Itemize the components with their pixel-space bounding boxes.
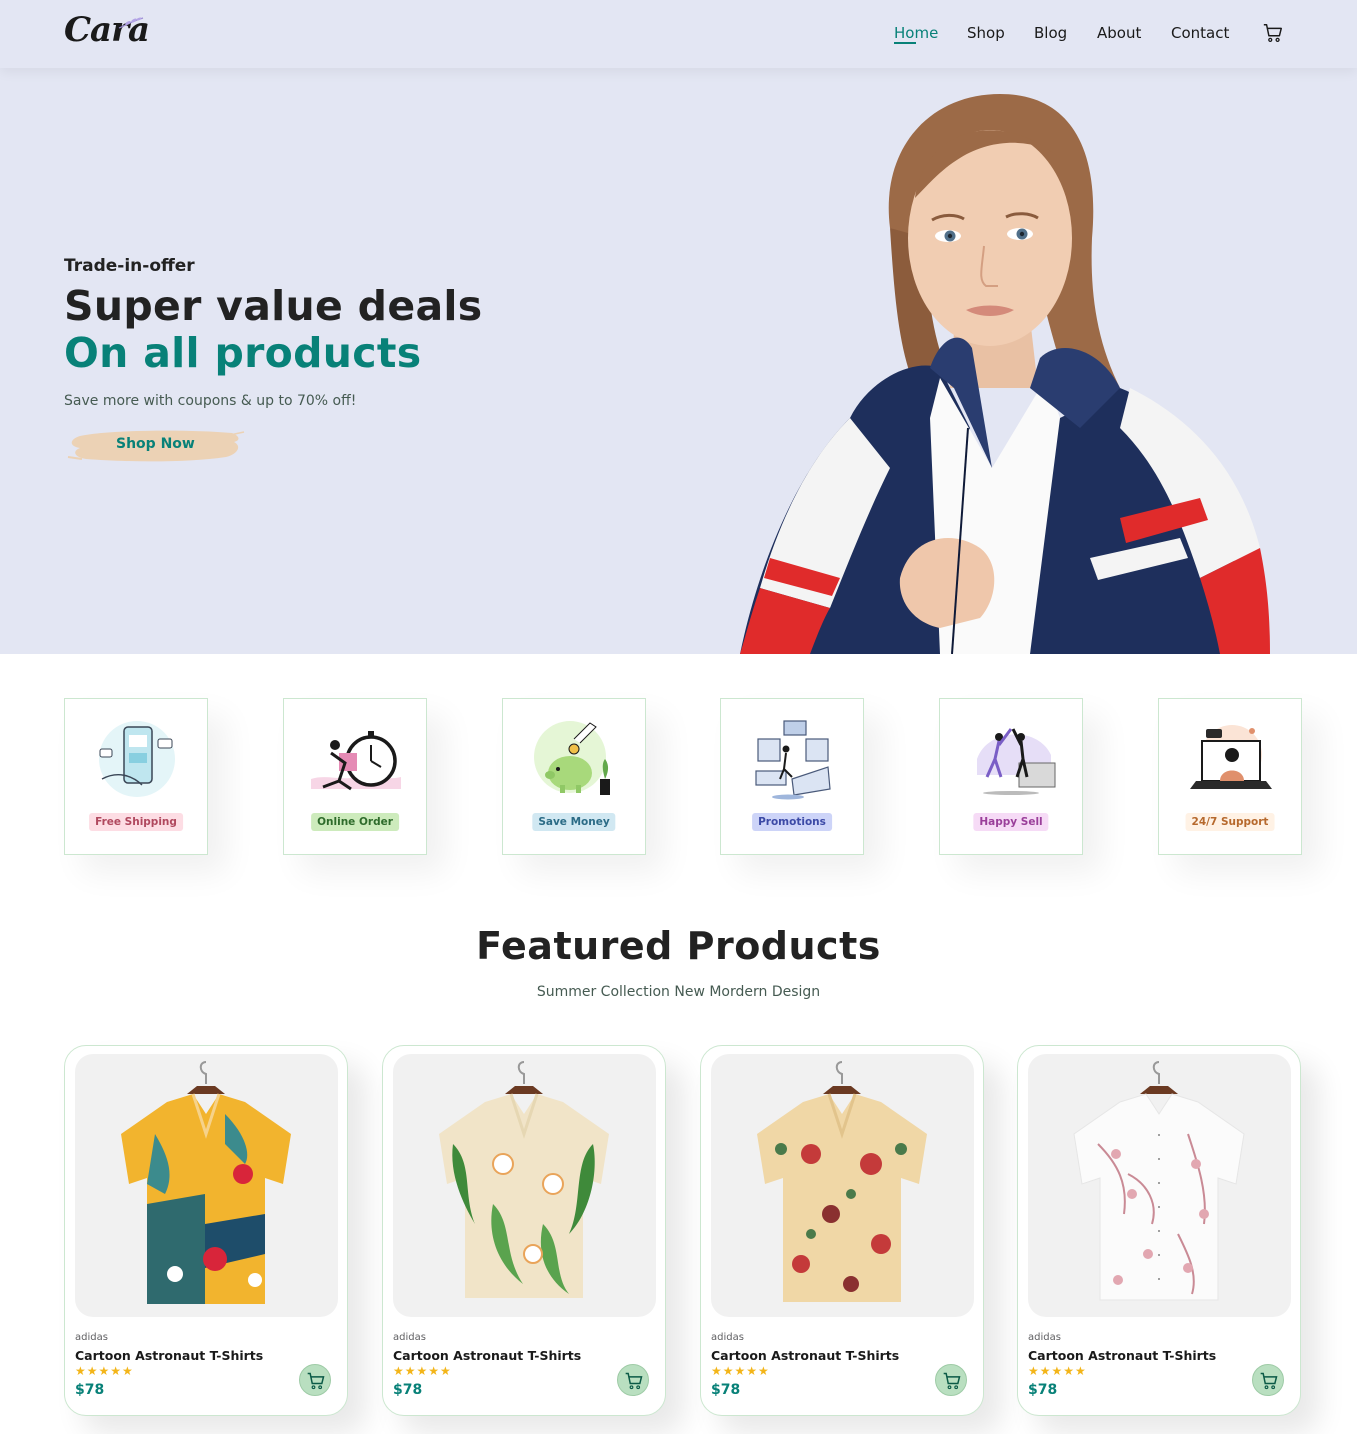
hero-section: Trade-in-offer Super value deals On all … [0, 68, 1357, 654]
product-name: Cartoon Astronaut T-Shirts [75, 1348, 264, 1363]
product-price: $78 [393, 1382, 423, 1398]
star-rating: ★★★★★ [75, 1364, 134, 1378]
feature-card-promotions[interactable]: Promotions [720, 698, 864, 855]
star-rating: ★★★★★ [1028, 1364, 1087, 1378]
product-name: Cartoon Astronaut T-Shirts [393, 1348, 582, 1363]
cart-icon [625, 1372, 643, 1390]
product-card[interactable]: adidas Cartoon Astronaut T-Shirts ★★★★★ … [64, 1045, 348, 1416]
product-card[interactable]: adidas Cartoon Astronaut T-Shirts ★★★★★ … [700, 1045, 984, 1416]
free-shipping-icon [99, 721, 175, 797]
product-card[interactable]: adidas Cartoon Astronaut T-Shirts ★★★★★ … [382, 1045, 666, 1416]
feature-card-free-shipping[interactable]: Free Shipping [64, 698, 208, 855]
support-icon [1190, 725, 1272, 789]
add-to-cart-button[interactable] [1252, 1364, 1284, 1396]
happy-sell-icon [977, 728, 1056, 795]
cart-icon [943, 1372, 961, 1390]
hero-subtitle: Save more with coupons & up to 70% off! [64, 393, 357, 409]
nav-home[interactable]: Home [894, 24, 938, 42]
feature-label: Save Money [532, 813, 616, 831]
hero-title-accent: On all products [64, 329, 422, 377]
nav-active-indicator [894, 42, 916, 44]
featured-products-title: Featured Products [476, 924, 881, 968]
feature-card-online-order[interactable]: Online Order [283, 698, 427, 855]
feature-card-support[interactable]: 24/7 Support [1158, 698, 1302, 855]
nav-about[interactable]: About [1097, 24, 1141, 42]
piggy-bank-icon [534, 721, 610, 795]
product-brand: adidas [1028, 1332, 1061, 1343]
product-name: Cartoon Astronaut T-Shirts [711, 1348, 900, 1363]
product-image [711, 1054, 974, 1317]
add-to-cart-button[interactable] [935, 1364, 967, 1396]
product-name: Cartoon Astronaut T-Shirts [1028, 1348, 1217, 1363]
star-rating: ★★★★★ [711, 1364, 770, 1378]
nav-contact[interactable]: Contact [1171, 24, 1229, 42]
hero-title: Super value deals [64, 282, 483, 330]
feature-card-happy-sell[interactable]: Happy Sell [939, 698, 1083, 855]
nav-shop[interactable]: Shop [967, 24, 1005, 42]
product-image [1028, 1054, 1291, 1317]
cart-icon[interactable] [1262, 22, 1284, 44]
feature-label: Free Shipping [89, 813, 183, 831]
online-order-icon [311, 731, 401, 791]
star-rating: ★★★★★ [393, 1364, 452, 1378]
add-to-cart-button[interactable] [299, 1364, 331, 1396]
shop-now-label: Shop Now [116, 436, 195, 452]
product-card[interactable]: adidas Cartoon Astronaut T-Shirts ★★★★★ … [1017, 1045, 1301, 1416]
product-image [393, 1054, 656, 1317]
feature-label: 24/7 Support [1185, 813, 1275, 831]
product-brand: adidas [393, 1332, 426, 1343]
feature-label: Promotions [752, 813, 832, 831]
leaf-icon [118, 17, 144, 29]
shop-now-button[interactable]: Shop Now [66, 426, 246, 466]
nav-blog[interactable]: Blog [1034, 24, 1067, 42]
cart-icon [1260, 1372, 1278, 1390]
product-brand: adidas [711, 1332, 744, 1343]
feature-label: Online Order [311, 813, 399, 831]
hero-model-image [740, 94, 1270, 654]
product-brand: adidas [75, 1332, 108, 1343]
feature-card-save-money[interactable]: Save Money [502, 698, 646, 855]
site-header: Cara Home Shop Blog About Contact [0, 0, 1357, 68]
feature-label: Happy Sell [973, 813, 1049, 831]
cart-icon [307, 1372, 325, 1390]
hero-eyebrow: Trade-in-offer [64, 256, 195, 276]
product-price: $78 [1028, 1382, 1058, 1398]
product-price: $78 [75, 1382, 105, 1398]
promotions-icon [755, 720, 831, 800]
product-price: $78 [711, 1382, 741, 1398]
product-image [75, 1054, 338, 1317]
featured-products-subtitle: Summer Collection New Mordern Design [536, 984, 821, 1000]
add-to-cart-button[interactable] [617, 1364, 649, 1396]
